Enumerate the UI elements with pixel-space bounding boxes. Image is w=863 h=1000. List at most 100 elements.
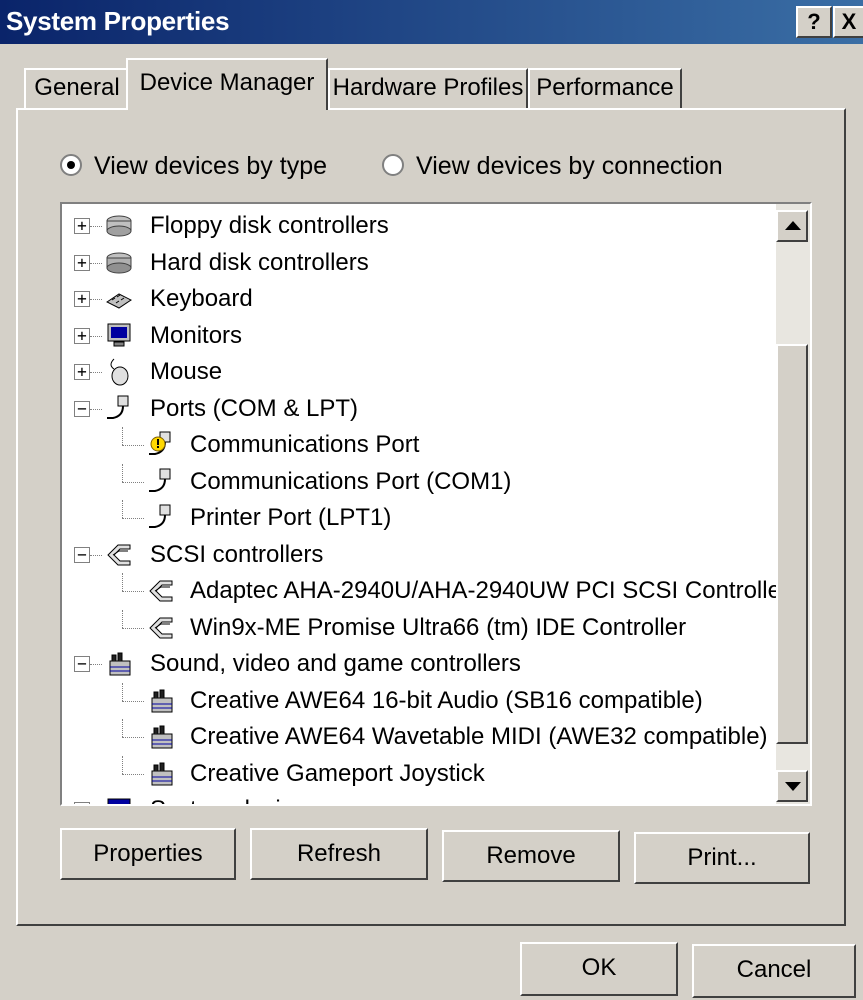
sound-controller-icon [146,722,176,752]
tree-device-row[interactable]: Communications Port (COM1) [62,463,778,500]
port-icon [104,394,134,424]
expand-icon[interactable]: + [74,327,90,344]
tree-connector [90,226,102,227]
tree-device-row[interactable]: Creative AWE64 Wavetable MIDI (AWE32 com… [62,719,778,755]
view-by-type-label: View devices by type [94,152,327,180]
tree-device-row[interactable]: Adaptec AHA-2940U/AHA-2940UW PCI SCSI Co… [62,573,789,609]
view-by-type-radio[interactable]: View devices by type [60,148,327,184]
mouse-icon [104,357,134,387]
scsi-icon [146,613,176,643]
print-button[interactable]: Print... [634,832,810,884]
tree-category-row[interactable]: − Ports (COM & LPT) [62,391,778,427]
tree-category-row[interactable]: − SCSI controllers [62,537,778,573]
tree-category-row[interactable]: + Monitors [62,318,778,354]
tree-item-label: Win9x-ME Promise Ultra66 (tm) IDE Contro… [190,613,687,641]
hard-disk-controller-icon [104,248,134,278]
tree-connector [122,481,144,483]
sound-controller-icon [146,759,176,789]
tree-category-row[interactable]: + Floppy disk controllers [62,208,778,244]
expand-icon[interactable]: + [74,254,90,271]
tree-category-row[interactable]: + System devices [62,792,778,804]
tree-connector [122,700,144,702]
expand-icon[interactable]: + [74,218,90,234]
tree-connector [122,427,123,445]
window-title: System Properties [6,6,230,36]
tree-item-label: Adaptec AHA-2940U/AHA-2940UW PCI SCSI Co… [190,577,789,604]
help-button[interactable]: ? [796,6,832,38]
ok-button[interactable]: OK [520,942,678,996]
tree-connector [122,573,123,591]
tree-category-row[interactable]: + Hard disk controllers [62,245,778,281]
up-arrow-icon [785,221,801,230]
tree-connector [122,609,123,628]
tree-item-label: Monitors [150,321,243,349]
tree-connector [122,463,123,482]
tree-connector [90,335,102,337]
floppy-controller-icon [104,211,134,241]
collapse-icon[interactable]: − [74,400,90,417]
tree-connector [90,554,102,556]
expand-icon[interactable]: + [74,291,90,307]
tree-item-label: SCSI controllers [150,540,324,568]
collapse-icon[interactable]: − [74,546,90,563]
tree-item-label: Hard disk controllers [150,248,369,276]
tree-device-row[interactable]: Printer Port (LPT1) [62,500,778,536]
tab-hardware-profiles[interactable]: Hardware Profiles [328,68,528,108]
tree-category-row[interactable]: + Keyboard [62,281,778,317]
tree-connector [122,719,123,737]
close-button[interactable]: X [833,6,863,38]
tree-connector [122,682,123,701]
tree-connector [122,773,144,775]
collapse-icon[interactable]: − [74,656,90,672]
expand-icon[interactable]: + [74,364,90,380]
tree-device-row[interactable]: Win9x-ME Promise Ultra66 (tm) IDE Contro… [62,609,778,646]
tab-general[interactable]: General [24,68,128,108]
system-devices-icon [104,795,134,804]
port-icon [146,467,176,497]
down-arrow-icon [785,782,801,791]
tree-item-label: Ports (COM & LPT) [150,394,359,422]
tree-connector [90,299,102,300]
tree-category-row[interactable]: + Mouse [62,354,778,390]
tree-connector [122,591,144,592]
tree-connector [90,664,102,665]
tree-connector [122,445,144,446]
tab-performance[interactable]: Performance [528,68,682,108]
keyboard-icon [104,284,134,314]
tree-device-row[interactable]: Communications Port [62,427,778,463]
cancel-button[interactable]: Cancel [692,944,856,998]
port-icon [146,503,176,533]
tree-connector [122,755,123,774]
tree-connector [90,408,102,410]
tree-item-label: Creative AWE64 Wavetable MIDI (AWE32 com… [190,723,768,750]
refresh-button[interactable]: Refresh [250,828,428,880]
tab-device-manager[interactable]: Device Manager [126,58,328,110]
expand-icon[interactable]: + [74,802,90,804]
scroll-up-button[interactable] [776,210,808,242]
tree-item-label: Communications Port (COM1) [190,467,512,495]
tree-item-label: Creative AWE64 16-bit Audio (SB16 compat… [190,686,703,714]
tree-item-label: Floppy disk controllers [150,212,389,239]
sound-controller-icon [146,686,176,716]
radio-empty-icon [382,154,404,177]
tree-item-label: Sound, video and game controllers [150,650,521,677]
tree-scrollbar[interactable] [776,204,810,804]
tree-connector [122,627,144,629]
tree-connector [90,262,102,264]
tree-device-row[interactable]: Creative AWE64 16-bit Audio (SB16 compat… [62,682,778,719]
remove-button[interactable]: Remove [442,830,620,882]
sound-controller-icon [104,649,134,679]
device-tree[interactable]: + Floppy disk controllers + Hard disk contr… [60,202,812,806]
scroll-thumb[interactable] [776,344,808,744]
view-by-connection-radio[interactable]: View devices by connection [382,148,723,184]
tree-item-label: Keyboard [150,285,253,312]
scroll-down-button[interactable] [776,770,808,802]
tree-item-label: Creative Gameport Joystick [190,759,485,787]
tree-connector [122,518,144,519]
tree-item-label: Communications Port [190,431,420,458]
tree-category-row[interactable]: − Sound, video and game controllers [62,646,778,682]
title-bar: System Properties ? X [0,0,863,44]
tree-item-label: Printer Port (LPT1) [190,504,392,531]
tree-device-row[interactable]: Creative Gameport Joystick [62,755,778,792]
properties-button[interactable]: Properties [60,828,236,880]
